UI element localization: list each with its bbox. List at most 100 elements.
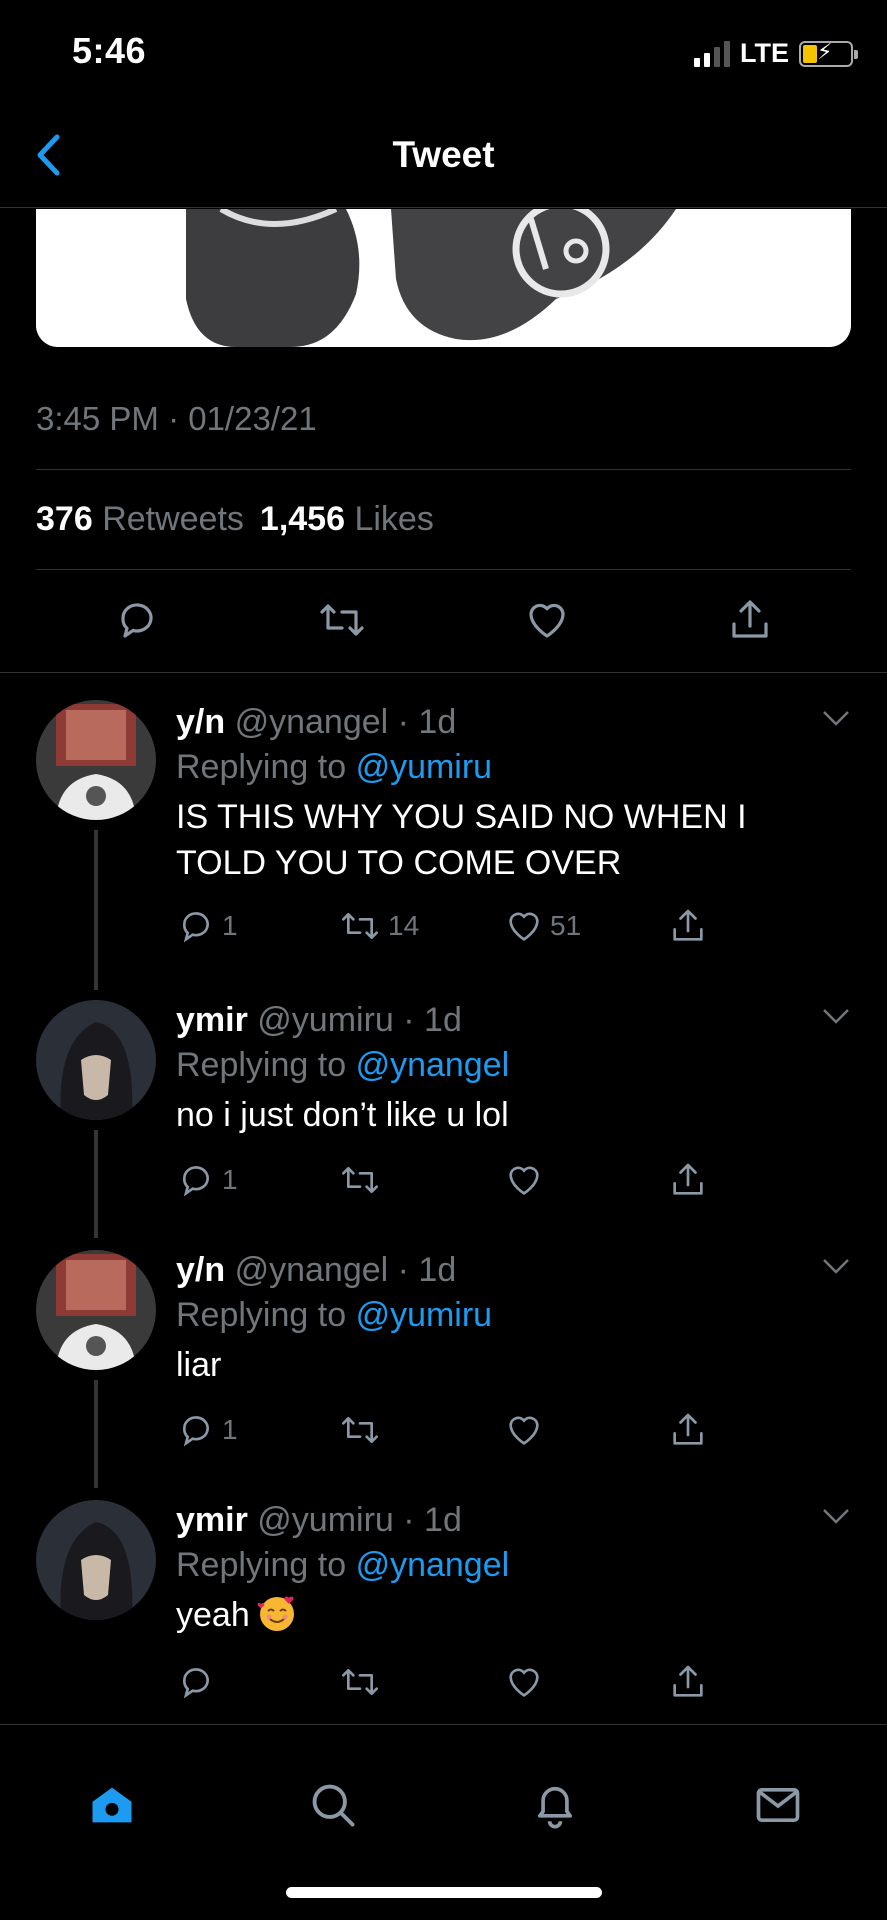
reply-actions: [176, 1662, 716, 1706]
retweet-button[interactable]: 14: [338, 906, 419, 946]
retweet-icon: [342, 1417, 378, 1443]
heart-icon: [509, 1668, 539, 1697]
share-icon: [673, 909, 703, 941]
chevron-down-icon: [823, 1259, 849, 1274]
like-button[interactable]: [523, 596, 571, 649]
comment-icon: [182, 1416, 209, 1447]
tweet-timestamp: 3:45 PM · 01/23/21: [36, 400, 317, 437]
status-bar: 5:46 LTE ⚡: [0, 0, 887, 100]
share-button[interactable]: [668, 906, 708, 946]
tweet-stats: 376 Retweets 1,456 Likes: [36, 500, 434, 539]
reply-text: liar: [176, 1346, 222, 1384]
replying-to-label: Replying to: [176, 1546, 347, 1584]
heart-icon: [529, 603, 565, 638]
retweet-icon: [320, 603, 364, 636]
thread-line: [94, 830, 98, 990]
battery-icon: ⚡: [799, 39, 858, 67]
divider: [36, 469, 851, 470]
like-button[interactable]: [504, 1410, 544, 1450]
nav-header: Tweet: [0, 100, 887, 208]
share-button[interactable]: [668, 1662, 708, 1702]
retweet-icon: [342, 1669, 378, 1695]
share-button[interactable]: [668, 1410, 708, 1450]
smiling-face-with-hearts-icon: [257, 1596, 294, 1631]
like-button[interactable]: [504, 1160, 544, 1200]
comment-icon: [182, 1166, 209, 1197]
socks-image: [36, 209, 851, 347]
messages-icon: [756, 1787, 800, 1823]
reply-actions: 1 14 51: [176, 906, 716, 950]
notifications-icon: [537, 1786, 573, 1829]
reply-text: IS THIS WHY YOU SAID NO WHEN I TOLD YOU T…: [176, 798, 747, 882]
retweet-button[interactable]: [338, 1410, 382, 1450]
divider: [0, 672, 887, 673]
retweet-button[interactable]: [316, 596, 368, 649]
reply-actions: 1: [176, 1160, 716, 1204]
reply-author-name[interactable]: ymir: [176, 1001, 248, 1039]
heart-icon: [509, 1166, 539, 1195]
comment-icon: [121, 602, 153, 638]
retweet-button[interactable]: [338, 1160, 382, 1200]
share-button[interactable]: [726, 596, 774, 649]
reply-author-handle: @ynangel: [234, 1251, 389, 1289]
retweet-icon: [342, 913, 378, 939]
thread-line: [94, 1380, 98, 1488]
reply-button[interactable]: 1: [176, 1410, 238, 1450]
more-options-button[interactable]: [821, 1006, 851, 1031]
retweets-stat[interactable]: 376 Retweets: [36, 500, 244, 539]
page-title: Tweet: [392, 134, 495, 175]
home-icon: [92, 1787, 132, 1823]
tweet-media-image[interactable]: [36, 209, 851, 347]
reply-time: · 1d: [403, 1001, 462, 1039]
reply-button[interactable]: [113, 596, 161, 649]
signal-icon: [694, 40, 730, 67]
search-icon: [312, 1784, 355, 1827]
reply-author-handle: @yumiru: [257, 1001, 394, 1039]
retweet-button[interactable]: [338, 1662, 382, 1702]
status-indicators: LTE ⚡: [694, 38, 858, 69]
chevron-down-icon: [823, 1009, 849, 1024]
like-button[interactable]: [504, 1662, 544, 1702]
mention-link[interactable]: @yumiru: [356, 748, 493, 786]
reply-time: · 1d: [403, 1501, 462, 1539]
replying-to-label: Replying to: [176, 748, 347, 786]
reply-author-name[interactable]: y/n: [176, 1251, 225, 1289]
more-options-button[interactable]: [821, 1256, 851, 1281]
reply-button[interactable]: 1: [176, 906, 238, 946]
reply-text: no i just don’t like u lol: [176, 1096, 509, 1134]
avatar[interactable]: [36, 1250, 156, 1370]
reply-text: yeah: [176, 1592, 851, 1638]
chevron-down-icon: [823, 1509, 849, 1524]
status-time: 5:46: [72, 30, 147, 71]
reply-time: · 1d: [397, 703, 457, 741]
reply-actions: 1: [176, 1410, 716, 1454]
share-button[interactable]: [668, 1160, 708, 1200]
replying-to-label: Replying to: [176, 1046, 347, 1084]
reply-button[interactable]: 1: [176, 1160, 238, 1200]
reply-author-name[interactable]: y/n: [176, 703, 225, 741]
avatar[interactable]: [36, 700, 156, 820]
more-options-button[interactable]: [821, 708, 851, 733]
reply-author-name[interactable]: ymir: [176, 1501, 248, 1539]
mention-link[interactable]: @ynangel: [356, 1046, 510, 1084]
tab-search[interactable]: [303, 1775, 363, 1835]
thread-line: [94, 1130, 98, 1238]
tab-notifications[interactable]: [525, 1775, 585, 1835]
mention-link[interactable]: @yumiru: [356, 1296, 493, 1334]
share-icon: [673, 1665, 703, 1697]
avatar[interactable]: [36, 1500, 156, 1620]
tab-home[interactable]: [82, 1775, 142, 1835]
avatar[interactable]: [36, 1000, 156, 1120]
reply-button[interactable]: [176, 1662, 216, 1702]
tweet-actions: [36, 590, 851, 654]
likes-stat[interactable]: 1,456 Likes: [260, 500, 434, 539]
more-options-button[interactable]: [821, 1506, 851, 1531]
share-icon: [673, 1163, 703, 1195]
tab-messages[interactable]: [748, 1775, 808, 1835]
retweet-icon: [342, 1167, 378, 1193]
like-button[interactable]: 51: [504, 906, 581, 946]
mention-link[interactable]: @ynangel: [356, 1546, 510, 1584]
chevron-down-icon: [823, 711, 849, 726]
home-indicator[interactable]: [286, 1887, 602, 1898]
share-icon: [673, 1413, 703, 1445]
